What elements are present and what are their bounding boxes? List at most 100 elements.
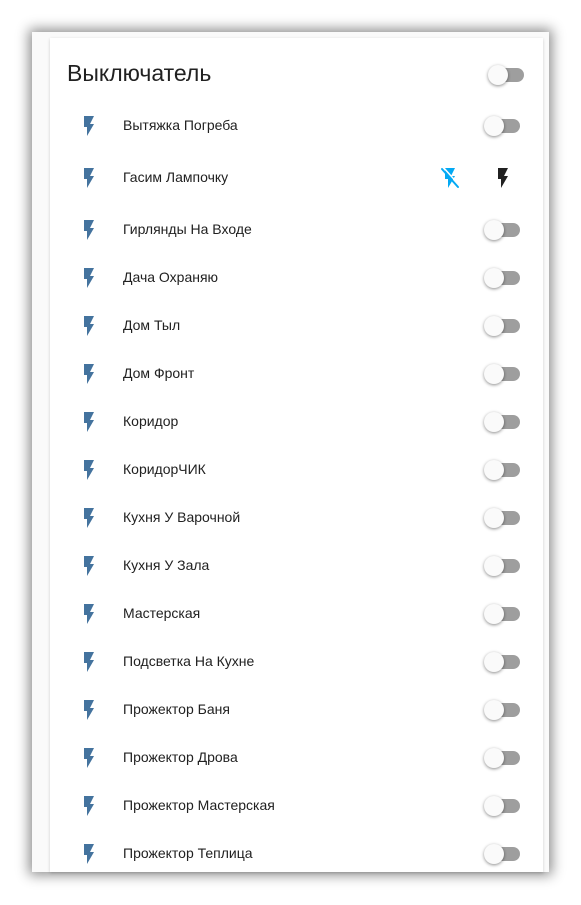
- flash-icon: [84, 604, 94, 624]
- entity-label: Мастерская: [123, 605, 201, 621]
- entity-label: Дача Охраняю: [123, 269, 219, 285]
- entity-toggle[interactable]: [484, 266, 520, 290]
- entity-toggle[interactable]: [484, 218, 520, 242]
- entity-label: Дом Тыл: [123, 317, 181, 333]
- card-title: Выключатель: [67, 60, 212, 86]
- flash-icon: [84, 748, 94, 768]
- flash-icon: [84, 556, 94, 576]
- entity-toggle[interactable]: [484, 602, 520, 626]
- entity-label: Кухня У Зала: [123, 557, 210, 573]
- entity-row[interactable]: Прожектор Дрова: [50, 738, 543, 778]
- flash-icon-wrap: [77, 554, 95, 578]
- entity-row[interactable]: Прожектор Мастерская: [50, 786, 543, 826]
- toggle-knob: [484, 460, 504, 480]
- entity-toggle[interactable]: [484, 554, 520, 578]
- toggle-knob: [484, 652, 504, 672]
- flash-on-icon: [498, 168, 508, 188]
- entity-label: Дом Фронт: [123, 365, 195, 381]
- entity-row[interactable]: КоридорЧИК: [50, 450, 543, 490]
- flash-off-icon: [441, 167, 461, 188]
- entity-toggle[interactable]: [484, 506, 520, 530]
- switch-entities-card: Выключатель Вытяжка Погреба Гасим Лампочк…: [50, 38, 543, 872]
- turn-off-button[interactable]: [436, 164, 464, 192]
- toggle-knob: [484, 364, 504, 384]
- flash-icon-wrap: [77, 698, 95, 722]
- entity-toggle[interactable]: [484, 842, 520, 866]
- toggle-knob: [484, 796, 504, 816]
- flash-icon-wrap: [77, 602, 95, 626]
- flash-icon: [84, 116, 94, 136]
- entity-label: КоридорЧИК: [123, 461, 206, 477]
- flash-icon-wrap: [77, 266, 95, 290]
- entity-toggle[interactable]: [484, 794, 520, 818]
- entity-toggle[interactable]: [484, 698, 520, 722]
- entity-toggle[interactable]: [484, 362, 520, 386]
- entity-label: Коридор: [123, 413, 179, 429]
- toggle-knob: [484, 412, 504, 432]
- flash-icon-wrap: [77, 746, 95, 770]
- flash-icon: [84, 844, 94, 864]
- entity-label: Прожектор Баня: [123, 701, 230, 717]
- entity-row[interactable]: Кухня У Зала: [50, 546, 543, 586]
- toggle-knob: [484, 220, 504, 240]
- entity-toggle[interactable]: [484, 314, 520, 338]
- master-toggle[interactable]: [488, 63, 524, 87]
- entity-label: Гирлянды На Входе: [123, 221, 252, 237]
- flash-icon-wrap: [77, 410, 95, 434]
- entity-row[interactable]: Мастерская: [50, 594, 543, 634]
- flash-icon: [84, 508, 94, 528]
- flash-icon-wrap: [77, 458, 95, 482]
- entity-row[interactable]: Кухня У Варочной: [50, 498, 543, 538]
- flash-icon-wrap: [77, 650, 95, 674]
- toggle-knob: [484, 748, 504, 768]
- flash-icon-wrap: [77, 842, 95, 866]
- toggle-knob: [484, 268, 504, 288]
- entity-label: Гасим Лампочку: [123, 169, 229, 185]
- flash-icon: [84, 460, 94, 480]
- flash-icon: [84, 220, 94, 240]
- flash-icon: [84, 796, 94, 816]
- entity-label: Вытяжка Погреба: [123, 117, 238, 133]
- entity-label: Прожектор Дрова: [123, 749, 238, 765]
- flash-icon-wrap: [77, 362, 95, 386]
- flash-icon-wrap: [77, 114, 95, 138]
- turn-on-button[interactable]: [489, 164, 517, 192]
- flash-icon: [84, 652, 94, 672]
- flash-icon: [84, 268, 94, 288]
- entity-row[interactable]: Дача Охраняю: [50, 258, 543, 298]
- entity-row[interactable]: Вытяжка Погреба: [50, 106, 543, 146]
- toggle-knob: [484, 700, 504, 720]
- entity-toggle[interactable]: [484, 458, 520, 482]
- toggle-knob: [484, 316, 504, 336]
- flash-icon-wrap: [77, 794, 95, 818]
- entity-row[interactable]: Прожектор Теплица: [50, 834, 543, 874]
- entity-label: Прожектор Мастерская: [123, 797, 275, 813]
- entity-label: Подсветка На Кухне: [123, 653, 255, 669]
- flash-icon-wrap: [77, 218, 95, 242]
- entity-row[interactable]: Дом Тыл: [50, 306, 543, 346]
- toggle-knob: [484, 116, 504, 136]
- toggle-knob: [484, 556, 504, 576]
- flash-icon: [84, 412, 94, 432]
- flash-icon: [84, 700, 94, 720]
- entity-toggle[interactable]: [484, 650, 520, 674]
- entity-row[interactable]: Прожектор Баня: [50, 690, 543, 730]
- toggle-knob: [484, 604, 504, 624]
- flash-icon-wrap: [77, 506, 95, 530]
- entity-row[interactable]: Гирлянды На Входе: [50, 210, 543, 250]
- entity-row[interactable]: Коридор: [50, 402, 543, 442]
- entity-row[interactable]: Гасим Лампочку: [50, 158, 543, 198]
- entity-row[interactable]: Дом Фронт: [50, 354, 543, 394]
- toggle-knob: [484, 844, 504, 864]
- toggle-knob: [488, 65, 508, 85]
- entity-toggle[interactable]: [484, 114, 520, 138]
- flash-icon: [84, 316, 94, 336]
- toggle-knob: [484, 508, 504, 528]
- entity-row[interactable]: Подсветка На Кухне: [50, 642, 543, 682]
- flash-icon: [84, 168, 94, 188]
- flash-icon-wrap: [77, 166, 95, 190]
- flash-icon: [84, 364, 94, 384]
- entity-toggle[interactable]: [484, 410, 520, 434]
- entity-toggle[interactable]: [484, 746, 520, 770]
- entity-label: Кухня У Варочной: [123, 509, 241, 525]
